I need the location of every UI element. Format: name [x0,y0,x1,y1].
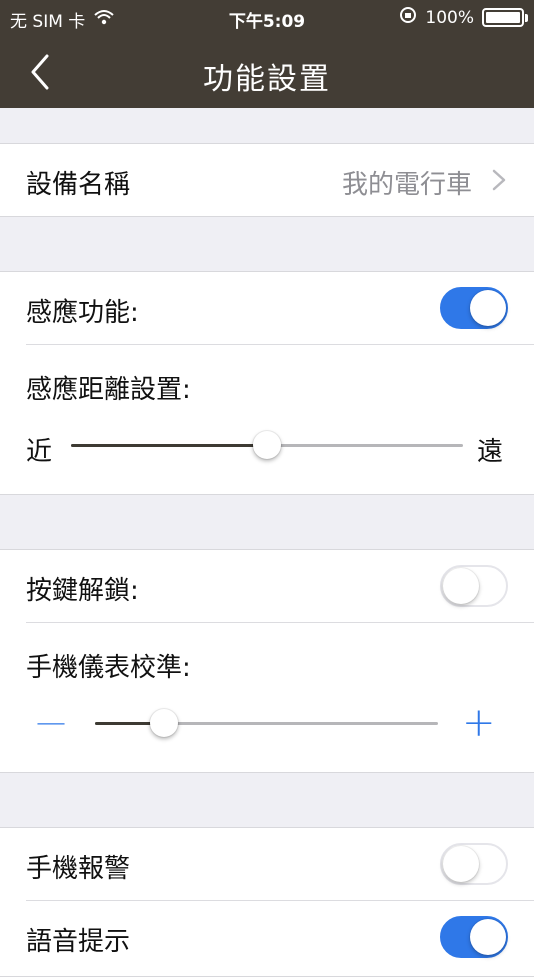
calibration-row: 手機儀表校準: — + [0,623,534,773]
distance-slider-fill [71,444,267,447]
slider-min-label: 近 [26,437,53,467]
distance-slider-thumb[interactable] [253,431,281,459]
calibration-slider-thumb[interactable] [149,709,178,737]
unlock-group: 按鍵解鎖: 手機儀表校準: — + [0,549,534,773]
device-name-value: 我的電行車 [341,170,472,200]
voice-label: 語音提示 [26,927,131,957]
alarm-row: 手機報警 [0,828,534,900]
sensing-distance-row: 感應距離設置: 近 遠 [0,345,534,495]
calibration-slider[interactable] [95,709,438,737]
page-title: 功能設置 [203,62,331,97]
voice-toggle[interactable] [440,916,508,958]
sensing-toggle-row: 感應功能: [0,272,534,344]
device-group: 設備名稱 我的電行車 [0,143,534,217]
orientation-lock-icon [399,6,417,29]
chevron-right-icon [488,168,510,192]
sensing-toggle-label: 感應功能: [26,298,139,328]
status-right: 100% [399,6,528,29]
battery-icon [482,8,528,27]
calibration-label: 手機儀表校準: [26,653,191,683]
sensing-group: 感應功能: 感應距離設置: 近 遠 [0,271,534,495]
unlock-toggle-row: 按鍵解鎖: [0,550,534,622]
sensing-distance-label: 感應距離設置: [26,375,191,405]
status-bar: 无 SIM 卡 下午5:09 100% [0,0,534,36]
device-name-row[interactable]: 設備名稱 我的電行車 [0,144,534,216]
unlock-toggle[interactable] [440,565,508,607]
device-name-label: 設備名稱 [26,170,131,200]
minus-button[interactable]: — [36,703,66,743]
alarm-toggle[interactable] [440,843,508,885]
alerts-group: 手機報警 語音提示 [0,827,534,977]
slider-max-label: 遠 [477,437,504,467]
distance-slider[interactable] [71,431,463,459]
sensing-toggle[interactable] [440,287,508,329]
navigation-bar: 功能設置 [0,36,534,108]
voice-row: 語音提示 [0,901,534,973]
alarm-label: 手機報警 [26,854,131,884]
battery-percent: 100% [425,7,474,28]
unlock-toggle-label: 按鍵解鎖: [26,576,139,606]
plus-button[interactable]: + [462,703,496,743]
